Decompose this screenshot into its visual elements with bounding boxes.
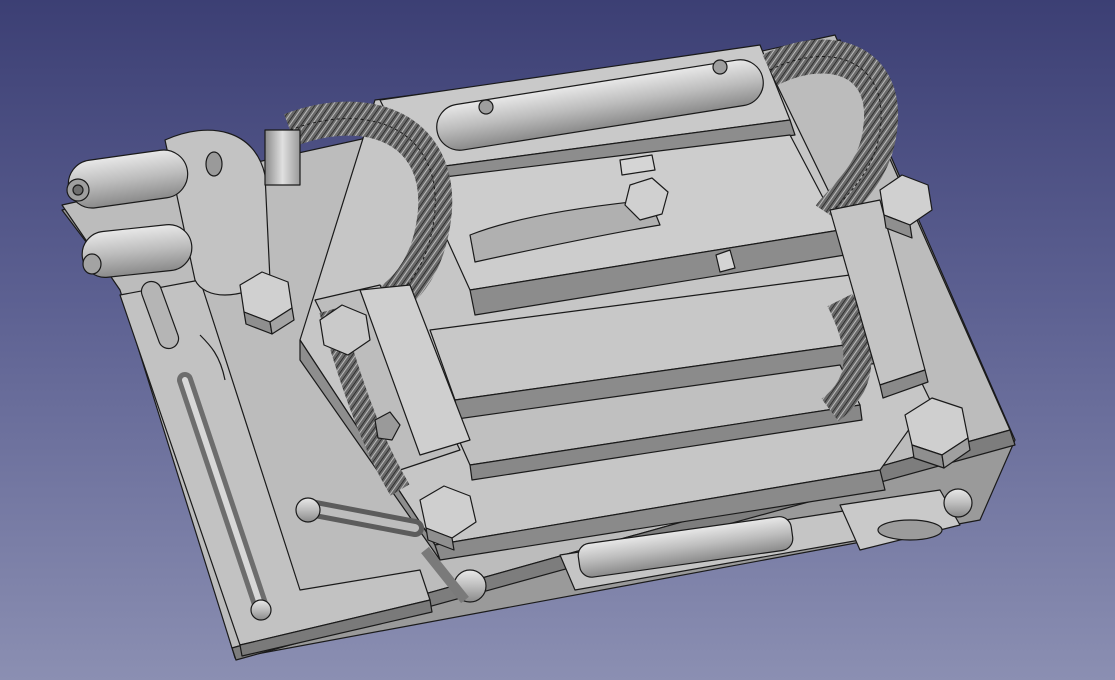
hex-nut-top-left[interactable]	[239, 271, 295, 335]
hex-nut-top-right[interactable]	[879, 174, 933, 239]
3d-viewport[interactable]	[0, 0, 1115, 680]
cad-model-render[interactable]	[0, 0, 1115, 680]
